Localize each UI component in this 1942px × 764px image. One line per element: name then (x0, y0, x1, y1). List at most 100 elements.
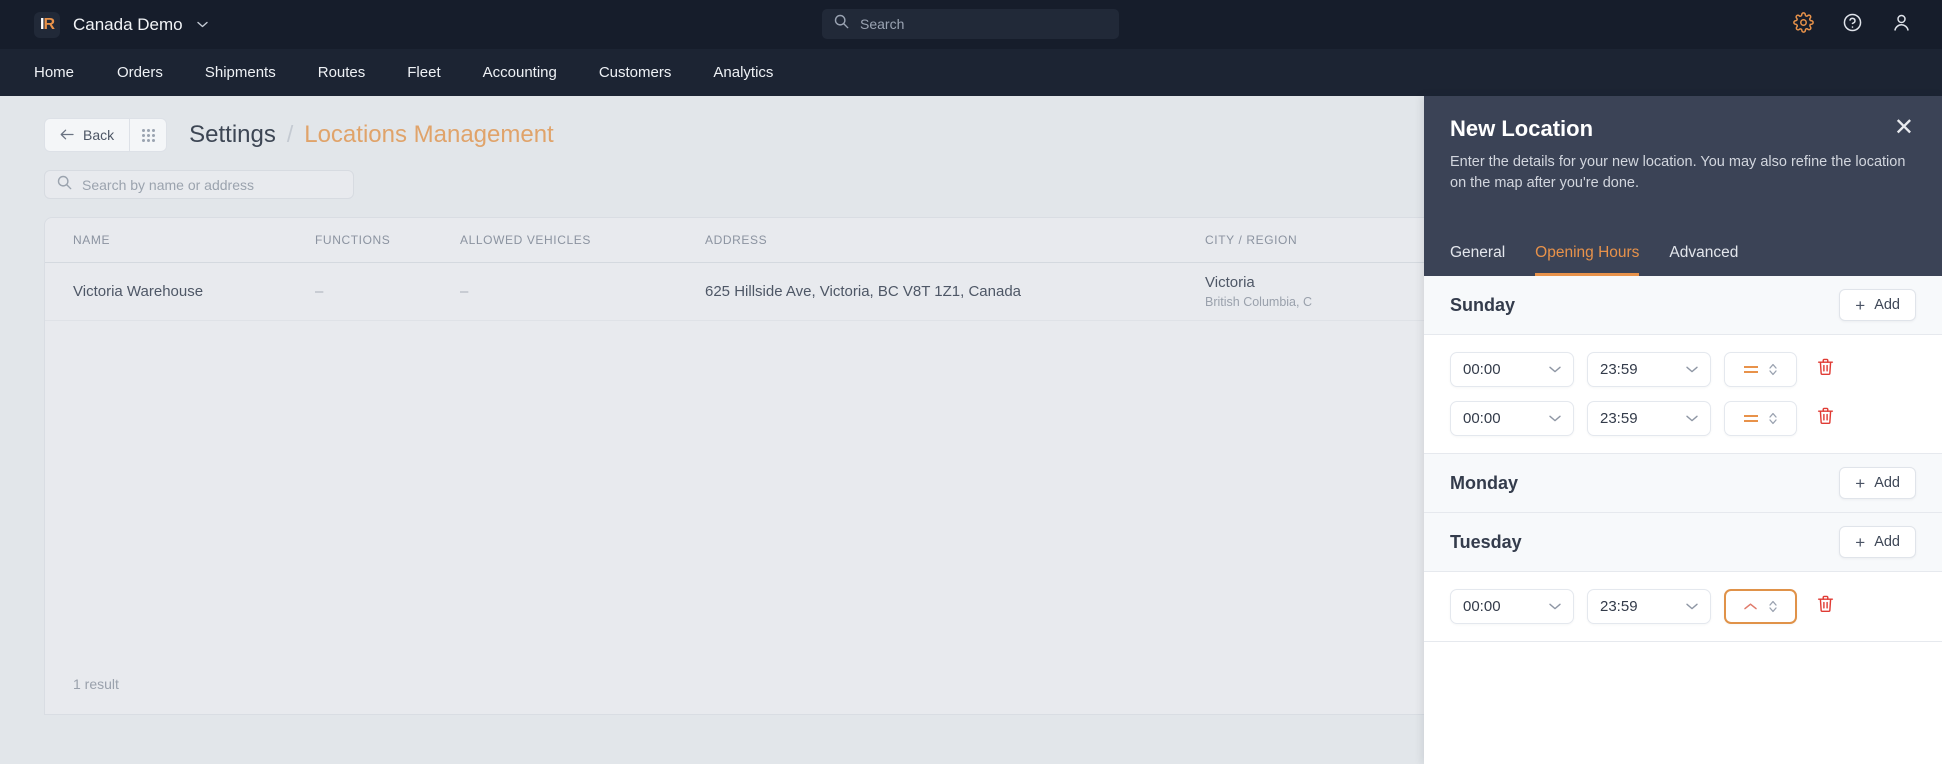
column-header-address[interactable]: ADDRESS (705, 233, 1205, 247)
add-button-label: Add (1874, 475, 1900, 491)
chevron-down-icon (1549, 601, 1561, 613)
tab-opening-hours[interactable]: Opening Hours (1535, 244, 1640, 276)
org-name: Canada Demo (73, 14, 183, 34)
nav-item-accounting[interactable]: Accounting (462, 64, 578, 81)
main-nav: Home Orders Shipments Routes Fleet Accou… (0, 49, 1942, 96)
table-header-row: NAME FUNCTIONS ALLOWED VEHICLES ADDRESS … (45, 218, 1433, 263)
chevron-down-icon (196, 19, 208, 31)
column-header-city-region[interactable]: CITY / REGION (1205, 233, 1405, 247)
nav-item-fleet[interactable]: Fleet (386, 64, 461, 81)
start-time-value: 00:00 (1463, 361, 1501, 378)
locations-table: NAME FUNCTIONS ALLOWED VEHICLES ADDRESS … (44, 217, 1434, 715)
nav-item-analytics[interactable]: Analytics (692, 64, 794, 81)
delete-hours-icon[interactable] (1817, 407, 1834, 430)
new-location-panel: New Location ✕ Enter the details for you… (1424, 96, 1942, 764)
hour-row: 00:00 23:59 (1424, 582, 1942, 631)
column-header-functions[interactable]: FUNCTIONS (315, 233, 460, 247)
panel-description: Enter the details for your new location.… (1450, 154, 1906, 192)
help-icon[interactable] (1842, 12, 1863, 38)
grid-dots-icon (141, 128, 155, 142)
hours-list-sunday: 00:00 23:59 00:00 23:59 (1424, 335, 1942, 453)
add-hours-button-tuesday[interactable]: + Add (1839, 526, 1916, 558)
panel-header: New Location ✕ Enter the details for you… (1424, 96, 1942, 232)
cell-allowed-vehicles: – (460, 283, 469, 300)
cell-functions: – (315, 283, 324, 300)
search-icon (834, 14, 849, 34)
back-button[interactable]: Back (45, 119, 131, 151)
nav-item-routes[interactable]: Routes (297, 64, 387, 81)
start-time-value: 00:00 (1463, 598, 1501, 615)
day-label-tuesday: Tuesday (1450, 531, 1522, 552)
add-button-label: Add (1874, 297, 1900, 313)
breadcrumb-separator: / (286, 121, 294, 147)
start-time-select[interactable]: 00:00 (1450, 589, 1574, 624)
section-divider (1424, 641, 1942, 642)
tab-general[interactable]: General (1450, 244, 1505, 276)
start-time-value: 00:00 (1463, 410, 1501, 427)
column-header-name[interactable]: NAME (45, 233, 315, 247)
grid-menu-button[interactable] (130, 119, 166, 151)
day-header-sunday: Sunday + Add (1424, 276, 1942, 335)
search-input[interactable]: Search by name or address (44, 170, 354, 199)
top-bar: IR Canada Demo Search (0, 0, 1942, 49)
start-time-select[interactable]: 00:00 (1450, 352, 1574, 387)
hour-row: 00:00 23:59 (1424, 394, 1942, 443)
cell-region: British Columbia, C (1205, 295, 1312, 309)
plus-icon: + (1855, 532, 1866, 552)
delete-hours-icon[interactable] (1817, 358, 1834, 381)
cell-name: Victoria Warehouse (73, 283, 204, 300)
panel-tabs: General Opening Hours Advanced (1424, 232, 1942, 276)
cell-city-region: Victoria British Columbia, C (1205, 274, 1405, 309)
panel-title: New Location (1450, 116, 1594, 141)
gear-icon[interactable] (1793, 11, 1814, 38)
user-icon[interactable] (1891, 12, 1912, 38)
opening-hours-body: Sunday + Add 00:00 23:59 00:00 23:59 Mon… (1424, 276, 1942, 764)
table-empty-space (45, 321, 1433, 654)
plus-icon: + (1855, 295, 1866, 315)
nav-item-orders[interactable]: Orders (96, 64, 184, 81)
start-time-select[interactable]: 00:00 (1450, 401, 1574, 436)
day-label-monday: Monday (1450, 472, 1519, 493)
end-time-value: 23:59 (1600, 361, 1638, 378)
table-row[interactable]: Victoria Warehouse – – 625 Hillside Ave,… (45, 263, 1433, 321)
day-offset-stepper[interactable] (1724, 401, 1797, 436)
breadcrumb-settings[interactable]: Settings (189, 121, 276, 149)
day-header-tuesday: Tuesday + Add (1424, 513, 1942, 572)
back-button-label: Back (83, 127, 115, 143)
tab-advanced[interactable]: Advanced (1669, 244, 1738, 276)
chevron-down-icon (1549, 364, 1561, 376)
search-icon (57, 175, 72, 195)
nav-item-shipments[interactable]: Shipments (184, 64, 297, 81)
breadcrumb: Settings / Locations Management (189, 121, 554, 149)
breadcrumb-current: Locations Management (304, 121, 554, 148)
org-switcher[interactable]: IR Canada Demo (34, 11, 208, 38)
logo-icon: IR (34, 11, 60, 38)
nav-item-home[interactable]: Home (34, 64, 96, 81)
delete-hours-icon[interactable] (1817, 595, 1834, 618)
day-offset-stepper[interactable] (1724, 352, 1797, 387)
arrow-left-icon (60, 127, 74, 143)
day-offset-stepper[interactable] (1724, 589, 1797, 624)
hours-list-tuesday: 00:00 23:59 (1424, 572, 1942, 641)
result-count: 1 result (73, 676, 119, 692)
chevron-down-icon (1686, 601, 1698, 613)
end-time-value: 23:59 (1600, 598, 1638, 615)
caret-up-icon (1743, 600, 1758, 613)
equals-icon (1743, 415, 1758, 422)
day-label-sunday: Sunday (1450, 294, 1516, 315)
equals-icon (1743, 366, 1758, 373)
close-icon[interactable]: ✕ (1892, 116, 1916, 140)
end-time-value: 23:59 (1600, 410, 1638, 427)
add-hours-button-sunday[interactable]: + Add (1839, 289, 1916, 321)
end-time-select[interactable]: 23:59 (1587, 589, 1711, 624)
global-search-placeholder: Search (860, 16, 905, 32)
nav-item-customers[interactable]: Customers (578, 64, 693, 81)
add-hours-button-monday[interactable]: + Add (1839, 467, 1916, 499)
global-search[interactable]: Search (822, 9, 1119, 39)
end-time-select[interactable]: 23:59 (1587, 352, 1711, 387)
end-time-select[interactable]: 23:59 (1587, 401, 1711, 436)
chevron-down-icon (1686, 413, 1698, 425)
day-header-monday: Monday + Add (1424, 454, 1942, 513)
cell-city: Victoria (1205, 274, 1255, 291)
column-header-allowed-vehicles[interactable]: ALLOWED VEHICLES (460, 233, 705, 247)
